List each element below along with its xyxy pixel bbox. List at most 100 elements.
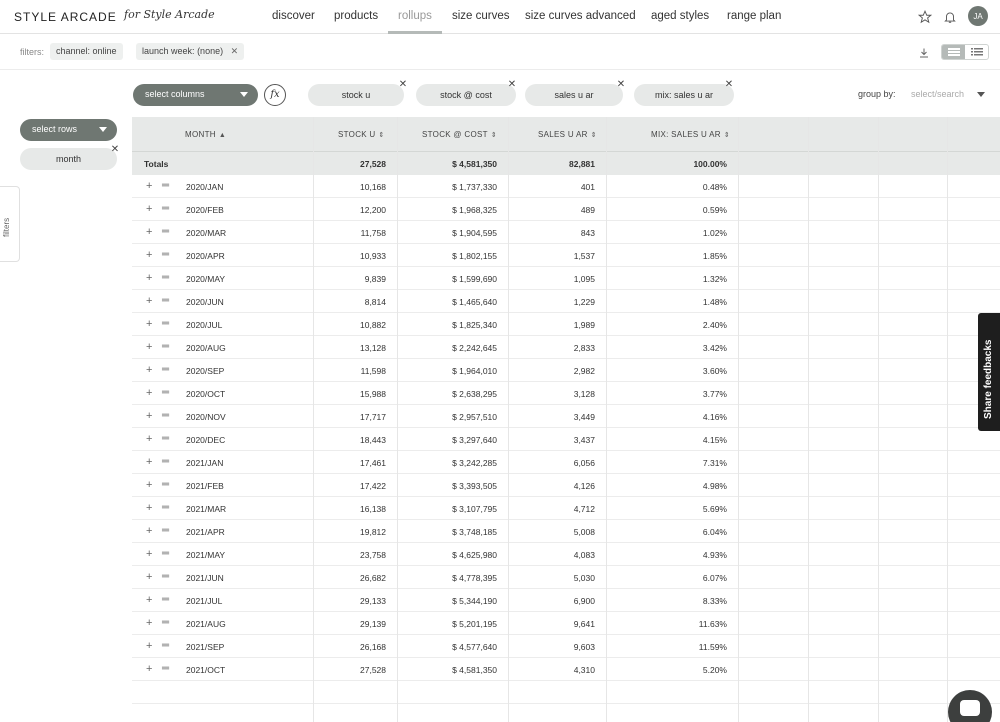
table-row[interactable]: + ═ 2021/SEP 26,168 $ 4,577,640 9,603 11.59% xyxy=(132,635,1000,658)
expand-plus-icon[interactable]: + xyxy=(146,318,152,330)
close-icon[interactable]: ✕ xyxy=(507,80,517,90)
table-row[interactable]: + ═ 2021/MAY 23,758 $ 4,625,980 4,083 4.93% xyxy=(132,543,1000,566)
expand-plus-icon[interactable]: + xyxy=(146,640,152,652)
drag-handle-icon[interactable]: ═ xyxy=(162,341,169,352)
drag-handle-icon[interactable]: ═ xyxy=(162,180,169,191)
table-row[interactable]: + ═ 2020/APR 10,933 $ 1,802,155 1,537 1.85% xyxy=(132,244,1000,267)
drag-handle-icon[interactable]: ═ xyxy=(162,387,169,398)
download-icon[interactable] xyxy=(918,46,930,64)
expand-plus-icon[interactable]: + xyxy=(146,364,152,376)
table-row[interactable]: + ═ 2020/AUG 13,128 $ 2,242,645 2,833 3.42% xyxy=(132,336,1000,359)
table-row[interactable]: + ═ 2020/MAY 9,839 $ 1,599,690 1,095 1.32% xyxy=(132,267,1000,290)
expand-plus-icon[interactable]: + xyxy=(146,433,152,445)
table-row[interactable]: + ═ 2020/NOV 17,717 $ 2,957,510 3,449 4.16% xyxy=(132,405,1000,428)
expand-plus-icon[interactable]: + xyxy=(146,525,152,537)
drag-handle-icon[interactable]: ═ xyxy=(162,410,169,421)
expand-plus-icon[interactable]: + xyxy=(146,180,152,192)
select-rows-button[interactable]: select rows xyxy=(20,119,117,141)
grid-view-icon[interactable] xyxy=(942,45,965,59)
nav-item-size-curves[interactable]: size curves xyxy=(452,10,510,22)
drag-handle-icon[interactable]: ═ xyxy=(162,456,169,467)
close-icon[interactable]: ✕ xyxy=(398,80,408,90)
select-columns-button[interactable]: select columns xyxy=(133,84,258,106)
filter-chip-launch-week[interactable]: launch week: (none) ✕ xyxy=(136,43,245,60)
drag-handle-icon[interactable]: ═ xyxy=(162,479,169,490)
column-header-stock-u[interactable]: STOCK U ⇕ xyxy=(338,130,385,139)
nav-item-discover[interactable]: discover xyxy=(272,10,315,22)
drag-handle-icon[interactable]: ═ xyxy=(162,203,169,214)
expand-plus-icon[interactable]: + xyxy=(146,387,152,399)
close-icon[interactable]: ✕ xyxy=(231,46,239,56)
star-icon[interactable] xyxy=(917,9,933,25)
drag-handle-icon[interactable]: ═ xyxy=(162,571,169,582)
drag-handle-icon[interactable]: ═ xyxy=(162,594,169,605)
drag-handle-icon[interactable]: ═ xyxy=(162,525,169,536)
nav-item-products[interactable]: products xyxy=(334,10,378,22)
drag-handle-icon[interactable]: ═ xyxy=(162,663,169,674)
column-header-mix-sales-u-ar[interactable]: MIX: SALES U AR ⇕ xyxy=(651,130,730,139)
table-row[interactable]: + ═ 2020/JUN 8,814 $ 1,465,640 1,229 1.48% xyxy=(132,290,1000,313)
share-feedback-tab[interactable]: Share feedbacks xyxy=(978,313,1000,431)
column-pill-mix-sales-u-ar[interactable]: mix: sales u ar xyxy=(634,84,734,106)
column-pill-stock-u[interactable]: stock u xyxy=(308,84,404,106)
expand-plus-icon[interactable]: + xyxy=(146,617,152,629)
column-pill-sales-u-ar[interactable]: sales u ar xyxy=(525,84,623,106)
expand-plus-icon[interactable]: + xyxy=(146,571,152,583)
filter-chip-channel[interactable]: channel: online xyxy=(50,43,123,60)
nav-item-size-curves-advanced[interactable]: size curves advanced xyxy=(525,10,636,22)
table-row[interactable]: + ═ 2021/APR 19,812 $ 3,748,185 5,008 6.04% xyxy=(132,520,1000,543)
expand-plus-icon[interactable]: + xyxy=(146,456,152,468)
formula-fx-button[interactable]: fx xyxy=(264,84,286,106)
table-row[interactable]: + ═ 2021/JAN 17,461 $ 3,242,285 6,056 7.31% xyxy=(132,451,1000,474)
close-icon[interactable]: ✕ xyxy=(616,80,626,90)
nav-item-rollups[interactable]: rollups xyxy=(398,10,432,22)
table-row[interactable]: + ═ 2020/JUL 10,882 $ 1,825,340 1,989 2.40% xyxy=(132,313,1000,336)
table-row[interactable]: + ═ 2021/AUG 29,139 $ 5,201,195 9,641 11.63% xyxy=(132,612,1000,635)
table-row[interactable]: + ═ 2020/DEC 18,443 $ 3,297,640 3,437 4.15% xyxy=(132,428,1000,451)
table-row[interactable]: + ═ 2020/SEP 11,598 $ 1,964,010 2,982 3.60% xyxy=(132,359,1000,382)
expand-plus-icon[interactable]: + xyxy=(146,341,152,353)
close-icon[interactable]: ✕ xyxy=(724,80,734,90)
expand-plus-icon[interactable]: + xyxy=(146,548,152,560)
column-header-stock-cost[interactable]: STOCK @ COST ⇕ xyxy=(422,130,497,139)
group-by-select[interactable]: select/search xyxy=(911,89,964,99)
list-view-icon[interactable] xyxy=(965,45,988,59)
expand-plus-icon[interactable]: + xyxy=(146,663,152,675)
chevron-down-icon[interactable] xyxy=(977,92,985,97)
drag-handle-icon[interactable]: ═ xyxy=(162,502,169,513)
nav-item-range-plan[interactable]: range plan xyxy=(727,10,781,22)
table-row[interactable]: + ═ 2021/JUN 26,682 $ 4,778,395 5,030 6.07% xyxy=(132,566,1000,589)
expand-plus-icon[interactable]: + xyxy=(146,226,152,238)
column-pill-stock-cost[interactable]: stock @ cost xyxy=(416,84,516,106)
filters-side-tab[interactable]: filters xyxy=(0,186,20,262)
nav-item-aged-styles[interactable]: aged styles xyxy=(651,10,709,22)
expand-plus-icon[interactable]: + xyxy=(146,295,152,307)
bell-icon[interactable] xyxy=(942,9,958,25)
column-header-sales-u-ar[interactable]: SALES U AR ⇕ xyxy=(538,130,597,139)
table-row[interactable]: + ═ 2021/OCT 27,528 $ 4,581,350 4,310 5.20% xyxy=(132,658,1000,681)
drag-handle-icon[interactable]: ═ xyxy=(162,640,169,651)
table-row[interactable]: + ═ 2020/JAN 10,168 $ 1,737,330 401 0.48% xyxy=(132,175,1000,198)
brand-logo[interactable]: STYLE ARCADE xyxy=(14,10,117,24)
drag-handle-icon[interactable]: ═ xyxy=(162,249,169,260)
column-header-month[interactable]: MONTH ▲ xyxy=(185,130,226,139)
expand-plus-icon[interactable]: + xyxy=(146,502,152,514)
drag-handle-icon[interactable]: ═ xyxy=(162,272,169,283)
drag-handle-icon[interactable]: ═ xyxy=(162,226,169,237)
expand-plus-icon[interactable]: + xyxy=(146,272,152,284)
table-row[interactable]: + ═ 2021/FEB 17,422 $ 3,393,505 4,126 4.98% xyxy=(132,474,1000,497)
drag-handle-icon[interactable]: ═ xyxy=(162,548,169,559)
drag-handle-icon[interactable]: ═ xyxy=(162,318,169,329)
drag-handle-icon[interactable]: ═ xyxy=(162,295,169,306)
table-row[interactable]: + ═ 2021/JUL 29,133 $ 5,344,190 6,900 8.33% xyxy=(132,589,1000,612)
table-row[interactable]: + ═ 2020/MAR 11,758 $ 1,904,595 843 1.02% xyxy=(132,221,1000,244)
expand-plus-icon[interactable]: + xyxy=(146,203,152,215)
drag-handle-icon[interactable]: ═ xyxy=(162,617,169,628)
close-icon[interactable]: ✕ xyxy=(110,145,120,155)
expand-plus-icon[interactable]: + xyxy=(146,594,152,606)
table-row[interactable]: + ═ 2020/FEB 12,200 $ 1,968,325 489 0.59% xyxy=(132,198,1000,221)
drag-handle-icon[interactable]: ═ xyxy=(162,433,169,444)
expand-plus-icon[interactable]: + xyxy=(146,410,152,422)
expand-plus-icon[interactable]: + xyxy=(146,249,152,261)
expand-plus-icon[interactable]: + xyxy=(146,479,152,491)
